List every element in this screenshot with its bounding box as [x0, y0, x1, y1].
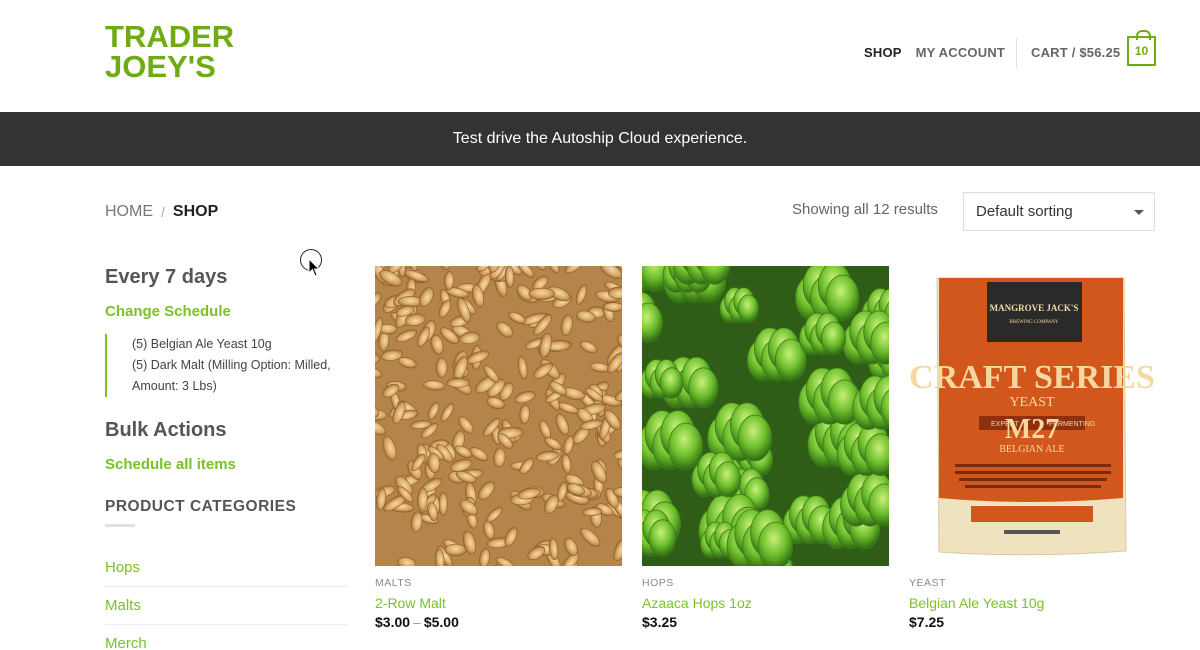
- logo-line-2: JOEY'S: [105, 49, 216, 84]
- svg-text:BREWING COMPANY: BREWING COMPANY: [1009, 320, 1059, 325]
- price-low: $3.00: [375, 614, 411, 630]
- price-separator: –: [413, 614, 421, 630]
- breadcrumb: HOME / SHOP: [105, 203, 218, 221]
- scheduled-item: (5) Belgian Ale Yeast 10g: [132, 337, 272, 351]
- product-name[interactable]: 2-Row Malt: [375, 595, 622, 611]
- malt-grains-image[interactable]: [375, 266, 622, 566]
- chevron-down-icon: [1134, 210, 1144, 215]
- category-link-malts[interactable]: Malts: [105, 597, 141, 614]
- site-logo[interactable]: TRADER JOEY'S: [105, 19, 245, 84]
- product-price: $3.00– $5.00: [375, 614, 622, 630]
- category-item: Malts: [105, 587, 347, 625]
- product-card: HOPS Azaaca Hops 1oz $3.25: [642, 266, 889, 630]
- cursor-icon: [308, 258, 321, 277]
- nav-shop[interactable]: SHOP: [864, 45, 902, 60]
- change-schedule-link[interactable]: Change Schedule: [105, 303, 347, 320]
- promo-banner: Test drive the Autoship Cloud experience…: [0, 112, 1200, 166]
- sort-value: Default sorting: [976, 203, 1073, 220]
- svg-text:CRAFT SERIES: CRAFT SERIES: [909, 359, 1155, 396]
- category-link-hops[interactable]: Hops: [105, 559, 140, 576]
- svg-text:MANGROVE JACK'S: MANGROVE JACK'S: [990, 303, 1079, 313]
- product-price: $7.25: [909, 614, 945, 630]
- result-count: Showing all 12 results: [792, 201, 938, 218]
- category-item: Merch: [105, 625, 347, 650]
- product-card: MANGROVE JACK'S BREWING COMPANY CRAFT SE…: [909, 266, 1156, 630]
- cart-bag-icon[interactable]: 10: [1127, 30, 1156, 66]
- product-card: MALTS 2-Row Malt $3.00– $5.00: [375, 266, 622, 630]
- breadcrumb-home[interactable]: HOME: [105, 203, 153, 221]
- price-high: $5.00: [423, 614, 459, 630]
- product-name[interactable]: Belgian Ale Yeast 10g: [909, 595, 1156, 611]
- cart-link[interactable]: CART / $56.25: [1031, 45, 1120, 60]
- categories-title: PRODUCT CATEGORIES: [105, 498, 297, 515]
- svg-text:BELGIAN ALE: BELGIAN ALE: [999, 444, 1064, 455]
- schedule-all-link[interactable]: Schedule all items: [105, 456, 347, 473]
- breadcrumb-current: SHOP: [172, 203, 219, 220]
- scheduled-item: (5) Dark Malt (Milling Option: Milled, A…: [132, 358, 331, 393]
- svg-text:YEAST: YEAST: [1009, 395, 1055, 410]
- cart-count-badge: 10: [1134, 44, 1149, 58]
- breadcrumb-separator: /: [161, 204, 165, 220]
- nav-my-account[interactable]: MY ACCOUNT: [916, 45, 1005, 60]
- product-name[interactable]: Azaaca Hops 1oz: [642, 595, 889, 611]
- hops-image[interactable]: [642, 266, 889, 566]
- site-header: TRADER JOEY'S SHOP MY ACCOUNT CART / $56…: [0, 0, 1200, 112]
- categories-divider: [105, 524, 135, 527]
- product-price: $3.25: [642, 614, 678, 630]
- banner-text: Test drive the Autoship Cloud experience…: [452, 130, 748, 147]
- product-category: YEAST: [909, 577, 946, 589]
- sort-dropdown[interactable]: Default sorting: [963, 192, 1155, 231]
- yeast-packet-image[interactable]: MANGROVE JACK'S BREWING COMPANY CRAFT SE…: [909, 266, 1156, 566]
- category-list: Hops Malts Merch: [105, 549, 347, 650]
- sidebar: Every 7 days Change Schedule (5) Belgian…: [105, 266, 347, 650]
- nav-divider: [1016, 38, 1017, 68]
- svg-text:M27: M27: [1005, 414, 1059, 445]
- category-item: Hops: [105, 549, 347, 587]
- category-link-merch[interactable]: Merch: [105, 635, 147, 650]
- main-nav: SHOP MY ACCOUNT: [864, 45, 1019, 60]
- product-category: MALTS: [375, 577, 412, 589]
- logo-line-1: TRADER: [105, 19, 235, 54]
- scheduled-items-list: (5) Belgian Ale Yeast 10g (5) Dark Malt …: [105, 334, 347, 397]
- bulk-actions-heading: Bulk Actions: [105, 419, 227, 441]
- product-category: HOPS: [642, 577, 674, 589]
